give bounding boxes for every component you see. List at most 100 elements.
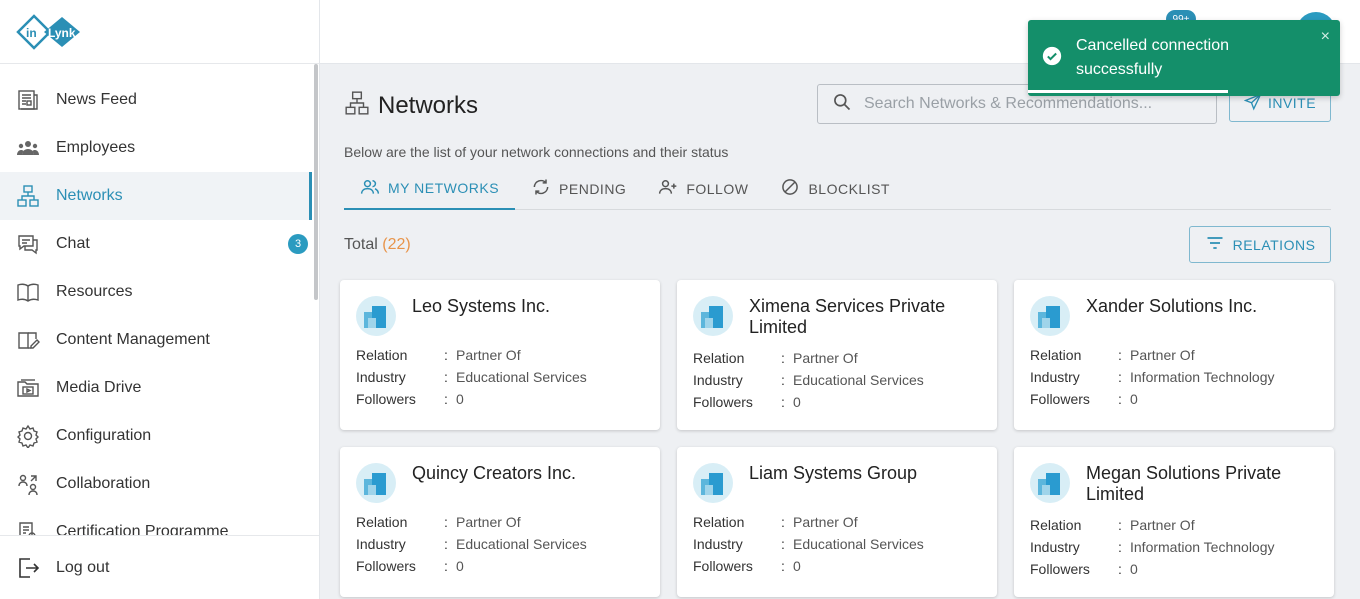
- edit-book-icon: [16, 328, 40, 352]
- filter-icon: [1205, 233, 1233, 256]
- sidebar-item-resources[interactable]: Resources: [0, 268, 312, 316]
- card-details: Relation: Partner Of Industry: Educational…: [693, 350, 924, 410]
- sidebar-item-content-management[interactable]: Content Management: [0, 316, 312, 364]
- tab-my-networks[interactable]: MY NETWORKS: [344, 168, 516, 210]
- folder-media-icon: [16, 376, 40, 400]
- industry-label: Industry: [356, 536, 406, 552]
- tab-follow[interactable]: FOLLOW: [642, 168, 764, 209]
- relation-label: Relation: [1030, 517, 1082, 533]
- page-title: Networks: [378, 91, 479, 119]
- success-toast: Cancelled connection successfully ×: [1028, 20, 1340, 96]
- collaboration-icon: [16, 472, 40, 496]
- book-icon: [16, 280, 40, 304]
- logout-label: Log out: [56, 558, 110, 576]
- sidebar-menu: News Feed Employees Networks Chat 3 Reso…: [0, 76, 312, 536]
- sidebar-item-chat[interactable]: Chat 3: [0, 220, 312, 268]
- company-logo: [1030, 296, 1070, 336]
- total-label: Total: [344, 236, 378, 253]
- followers-label: Followers: [356, 558, 416, 574]
- gear-icon: [16, 424, 40, 448]
- relation-label: Relation: [1030, 347, 1082, 363]
- network-card[interactable]: Quincy Creators Inc. Relation: Partner Of…: [340, 447, 660, 597]
- sidebar-item-label: Collaboration: [56, 475, 151, 492]
- followers-value: 0: [1130, 561, 1138, 577]
- company-name[interactable]: Quincy Creators Inc.: [412, 463, 644, 484]
- relations-label: RELATIONS: [1232, 236, 1316, 253]
- network-card[interactable]: Liam Systems Group Relation: Partner Of I…: [677, 447, 997, 597]
- tab-pending[interactable]: PENDING: [515, 168, 642, 209]
- followers-value: 0: [793, 394, 801, 410]
- toast-message: Cancelled connection successfully: [1076, 37, 1229, 78]
- network-card[interactable]: Xander Solutions Inc. Relation: Partner O…: [1014, 280, 1334, 430]
- toast-progress-bar: [1028, 90, 1228, 93]
- check-circle-icon: [1042, 46, 1062, 71]
- sidebar-item-label: Content Management: [56, 331, 210, 348]
- logo-text-in: in: [26, 26, 37, 40]
- close-icon[interactable]: ×: [1321, 28, 1330, 46]
- network-card[interactable]: Ximena Services Private Limited Relation…: [677, 280, 997, 430]
- sidebar-item-media-drive[interactable]: Media Drive: [0, 364, 312, 412]
- sidebar-item-label: Media Drive: [56, 379, 142, 396]
- total-number: (22): [382, 236, 411, 253]
- followers-value: 0: [456, 391, 464, 407]
- followers-label: Followers: [356, 391, 416, 407]
- relation-value: Partner Of: [456, 347, 521, 363]
- people-icon: [16, 136, 40, 160]
- industry-value: Information Technology: [1130, 369, 1275, 385]
- card-details: Relation: Partner Of Industry: Educational…: [356, 347, 587, 407]
- logo-text-lynk: Lynk: [48, 26, 76, 40]
- relation-value: Partner Of: [793, 350, 858, 366]
- sidebar-item-label: Employees: [56, 139, 136, 156]
- search-input[interactable]: [864, 95, 1204, 113]
- company-name[interactable]: Leo Systems Inc.: [412, 296, 644, 317]
- sidebar-item-label: Resources: [56, 283, 133, 300]
- followers-label: Followers: [693, 558, 753, 574]
- company-name[interactable]: Megan Solutions Private Limited: [1086, 463, 1318, 505]
- person-add-icon: [658, 177, 686, 200]
- card-details: Relation: Partner Of Industry: Information…: [1030, 517, 1275, 577]
- followers-label: Followers: [1030, 391, 1090, 407]
- network-card[interactable]: Leo Systems Inc. Relation: Partner Of Ind…: [340, 280, 660, 430]
- relation-label: Relation: [356, 514, 408, 530]
- tab-blocklist[interactable]: BLOCKLIST: [764, 168, 906, 209]
- relation-label: Relation: [693, 514, 745, 530]
- industry-value: Educational Services: [793, 536, 924, 552]
- sidebar-item-label: Chat: [56, 235, 90, 252]
- company-name[interactable]: Ximena Services Private Limited: [749, 296, 981, 338]
- logout-button[interactable]: Log out: [0, 535, 319, 599]
- chat-unread-badge: 3: [288, 234, 308, 254]
- total-count: Total (22): [344, 236, 411, 254]
- relation-value: Partner Of: [793, 514, 858, 530]
- inlynk-logo[interactable]: in Lynk: [16, 13, 84, 50]
- main-content: Networks INVITE Below are the list of yo…: [320, 64, 1360, 599]
- sidebar-item-certification-programme[interactable]: Certification Programme: [0, 508, 312, 536]
- sidebar-item-employees[interactable]: Employees: [0, 124, 312, 172]
- industry-value: Information Technology: [1130, 539, 1275, 555]
- industry-label: Industry: [1030, 539, 1080, 555]
- followers-label: Followers: [693, 394, 753, 410]
- company-logo: [356, 463, 396, 503]
- sidebar-item-networks[interactable]: Networks: [0, 172, 312, 220]
- company-logo: [356, 296, 396, 336]
- company-logo: [693, 463, 733, 503]
- page-header: Networks: [344, 90, 478, 121]
- network-icon: [16, 184, 40, 208]
- sidebar-item-collaboration[interactable]: Collaboration: [0, 460, 312, 508]
- sidebar-item-configuration[interactable]: Configuration: [0, 412, 312, 460]
- sidebar-scrollbar[interactable]: [314, 64, 318, 300]
- followers-label: Followers: [1030, 561, 1090, 577]
- company-logo: [1030, 463, 1070, 503]
- network-card[interactable]: Megan Solutions Private Limited Relation…: [1014, 447, 1334, 597]
- industry-label: Industry: [693, 536, 743, 552]
- industry-value: Educational Services: [456, 536, 587, 552]
- industry-value: Educational Services: [456, 369, 587, 385]
- company-name[interactable]: Liam Systems Group: [749, 463, 981, 484]
- certificate-icon: [16, 520, 40, 536]
- tab-label: MY NETWORKS: [388, 180, 500, 196]
- relations-filter-button[interactable]: RELATIONS: [1189, 226, 1331, 263]
- sidebar-item-news-feed[interactable]: News Feed: [0, 76, 312, 124]
- company-name[interactable]: Xander Solutions Inc.: [1086, 296, 1318, 317]
- chat-icon: [16, 232, 40, 256]
- sidebar-item-label: Networks: [56, 187, 123, 204]
- relation-label: Relation: [356, 347, 408, 363]
